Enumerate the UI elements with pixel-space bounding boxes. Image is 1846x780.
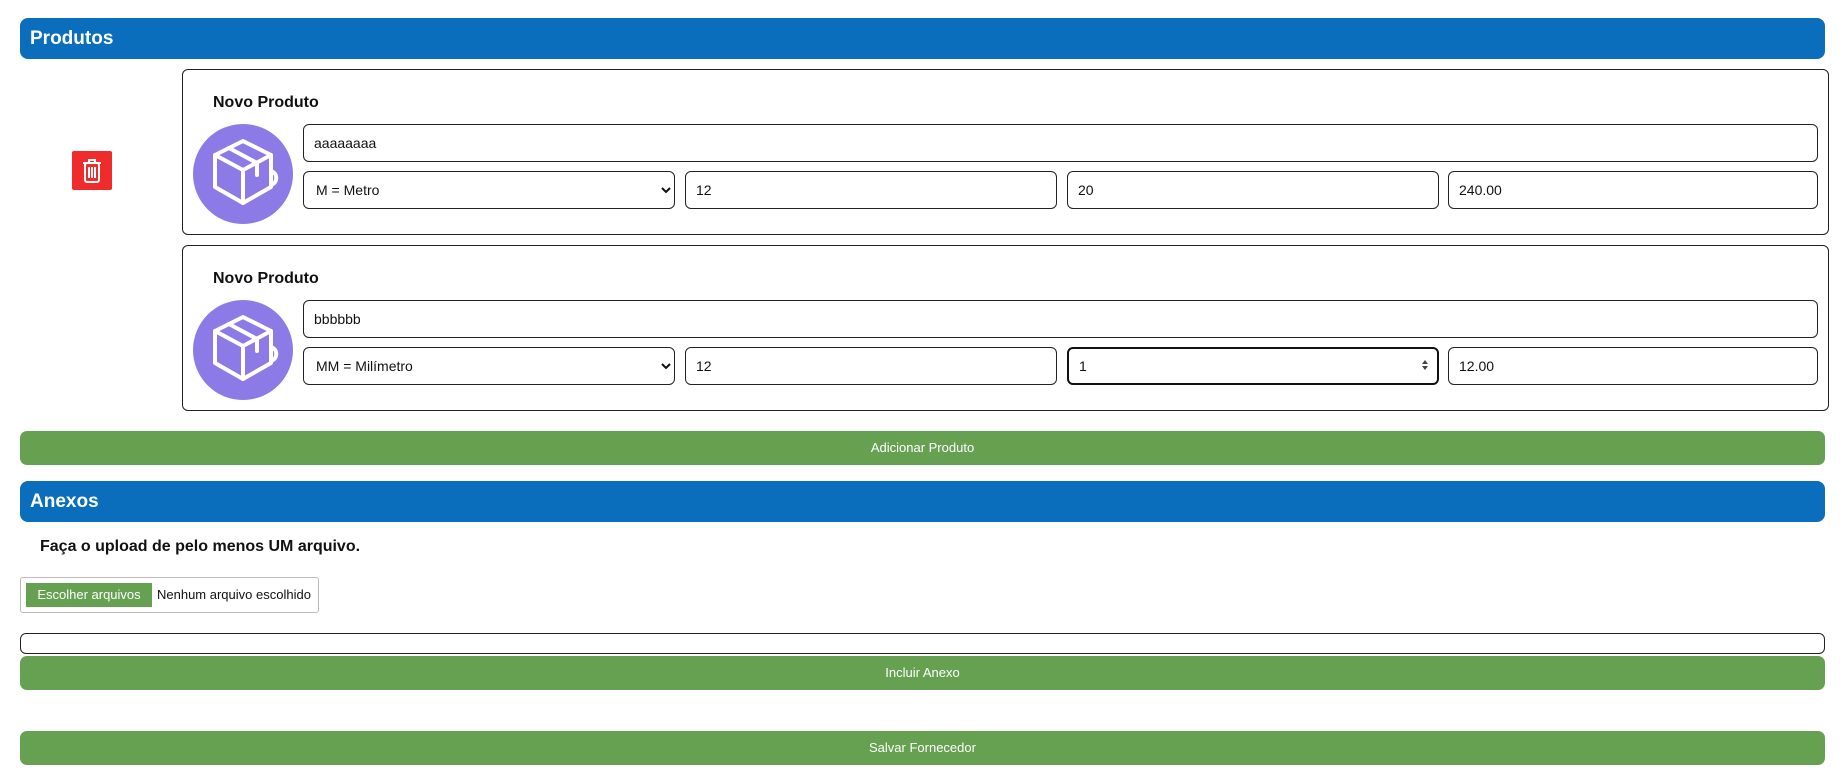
product-card: Novo Produto MM = Milímetro bbox=[182, 245, 1829, 411]
file-input[interactable]: Escolher arquivos Nenhum arquivo escolhi… bbox=[20, 577, 319, 613]
product-avatar bbox=[193, 124, 293, 224]
package-box-icon bbox=[213, 139, 279, 205]
produtos-header: Produtos bbox=[20, 18, 1825, 59]
trash-icon bbox=[83, 158, 101, 183]
produtos-header-title: Produtos bbox=[30, 28, 114, 49]
attachments-list bbox=[20, 633, 1825, 654]
product-quantity-input[interactable] bbox=[685, 171, 1057, 209]
include-attachment-button[interactable]: Incluir Anexo bbox=[20, 656, 1825, 690]
product-unit-select[interactable]: M = Metro bbox=[303, 171, 675, 209]
choose-files-button[interactable]: Escolher arquivos bbox=[26, 583, 152, 607]
product-total-input[interactable] bbox=[1448, 171, 1818, 209]
anexos-header: Anexos bbox=[20, 481, 1825, 522]
anexos-header-title: Anexos bbox=[30, 491, 99, 512]
product-card: Novo Produto M = Metro bbox=[182, 69, 1829, 235]
product-quantity-input[interactable] bbox=[685, 347, 1057, 385]
product-price-input[interactable] bbox=[1067, 171, 1439, 209]
product-name-input[interactable] bbox=[303, 300, 1818, 338]
product-price-input[interactable] bbox=[1067, 347, 1439, 385]
product-name-input[interactable] bbox=[303, 124, 1818, 162]
number-spinner-icon[interactable] bbox=[1421, 358, 1429, 372]
file-status-text: Nenhum arquivo escolhido bbox=[157, 587, 311, 602]
product-price-wrapper bbox=[1067, 347, 1439, 385]
package-box-icon bbox=[213, 315, 279, 381]
product-title: Novo Produto bbox=[213, 270, 319, 287]
save-supplier-button[interactable]: Salvar Fornecedor bbox=[20, 731, 1825, 765]
product-unit-select[interactable]: MM = Milímetro bbox=[303, 347, 675, 385]
upload-instructions: Faça o upload de pelo menos UM arquivo. bbox=[40, 538, 361, 555]
product-avatar bbox=[193, 300, 293, 400]
product-title: Novo Produto bbox=[213, 94, 319, 111]
delete-product-button[interactable] bbox=[72, 151, 112, 190]
product-total-input[interactable] bbox=[1448, 347, 1818, 385]
add-product-button[interactable]: Adicionar Produto bbox=[20, 431, 1825, 465]
